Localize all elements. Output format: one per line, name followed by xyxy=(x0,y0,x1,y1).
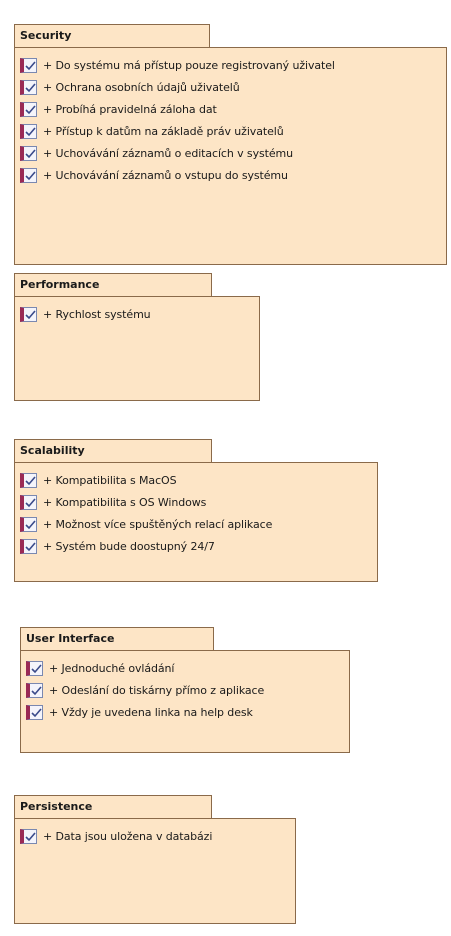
list-item[interactable]: + Data jsou uložena v databázi xyxy=(15,825,295,847)
list-item[interactable]: + Vždy je uvedena linka na help desk xyxy=(21,701,349,723)
list-item[interactable]: + Ochrana osobních údajů uživatelů xyxy=(15,76,446,98)
package-tab: Performance xyxy=(14,273,212,297)
list-item[interactable]: + Uchovávání záznamů o vstupu do systému xyxy=(15,164,446,186)
item-label: + Uchovávání záznamů o vstupu do systému xyxy=(43,168,288,182)
list-item[interactable]: + Rychlost systému xyxy=(15,303,259,325)
list-item[interactable]: + Kompatibilita s MacOS xyxy=(15,469,377,491)
item-label: + Možnost více spuštěných relací aplikac… xyxy=(43,517,273,531)
list-item[interactable]: + Jednoduché ovládání xyxy=(21,657,349,679)
list-item[interactable]: + Uchovávání záznamů o editacích v systé… xyxy=(15,142,446,164)
requirement-checkbox-icon xyxy=(26,660,43,676)
item-label: + Odeslání do tiskárny přímo z aplikace xyxy=(49,683,265,697)
package-body: + Jednoduché ovládání + Odeslání do tisk… xyxy=(20,650,350,753)
item-label: + Jednoduché ovládání xyxy=(49,661,175,675)
list-item[interactable]: + Probíhá pravidelná záloha dat xyxy=(15,98,446,120)
package-body: + Data jsou uložena v databázi xyxy=(14,818,296,924)
package-body: + Kompatibilita s MacOS + Kompatibilita … xyxy=(14,462,378,582)
item-label: + Přístup k datům na základě práv uživat… xyxy=(43,124,284,138)
package-body: + Do systému má přístup pouze registrova… xyxy=(14,47,447,265)
requirement-checkbox-icon xyxy=(20,57,37,73)
list-item[interactable]: + Možnost více spuštěných relací aplikac… xyxy=(15,513,377,535)
requirement-checkbox-icon xyxy=(20,123,37,139)
requirement-checkbox-icon xyxy=(20,828,37,844)
package-title: Security xyxy=(20,29,72,42)
list-item[interactable]: + Do systému má přístup pouze registrova… xyxy=(15,54,446,76)
package-tab: Security xyxy=(14,24,210,48)
package-title: Scalability xyxy=(20,444,85,457)
item-label: + Vždy je uvedena linka na help desk xyxy=(49,705,253,719)
item-label: + Uchovávání záznamů o editacích v systé… xyxy=(43,146,293,160)
requirement-checkbox-icon xyxy=(20,306,37,322)
package-title: Persistence xyxy=(20,800,93,813)
item-label: + Probíhá pravidelná záloha dat xyxy=(43,102,217,116)
requirement-checkbox-icon xyxy=(20,472,37,488)
list-item[interactable]: + Kompatibilita s OS Windows xyxy=(15,491,377,513)
requirement-checkbox-icon xyxy=(20,79,37,95)
list-item[interactable]: + Systém bude doostupný 24/7 xyxy=(15,535,377,557)
package-tab: Persistence xyxy=(14,795,212,819)
item-label: + Rychlost systému xyxy=(43,307,151,321)
requirement-checkbox-icon xyxy=(20,516,37,532)
requirement-checkbox-icon xyxy=(20,538,37,554)
requirement-checkbox-icon xyxy=(20,167,37,183)
item-label: + Systém bude doostupný 24/7 xyxy=(43,539,215,553)
package-tab: Scalability xyxy=(14,439,212,463)
package-tab: User Interface xyxy=(20,627,214,651)
requirement-checkbox-icon xyxy=(20,101,37,117)
item-label: + Data jsou uložena v databázi xyxy=(43,829,213,843)
item-label: + Do systému má přístup pouze registrova… xyxy=(43,58,335,72)
package-body: + Rychlost systému xyxy=(14,296,260,401)
requirement-checkbox-icon xyxy=(26,704,43,720)
list-item[interactable]: + Odeslání do tiskárny přímo z aplikace xyxy=(21,679,349,701)
requirement-checkbox-icon xyxy=(20,145,37,161)
item-label: + Kompatibilita s OS Windows xyxy=(43,495,207,509)
requirement-checkbox-icon xyxy=(20,494,37,510)
requirement-checkbox-icon xyxy=(26,682,43,698)
item-label: + Kompatibilita s MacOS xyxy=(43,473,177,487)
package-title: User Interface xyxy=(26,632,115,645)
item-label: + Ochrana osobních údajů uživatelů xyxy=(43,80,240,94)
package-title: Performance xyxy=(20,278,100,291)
list-item[interactable]: + Přístup k datům na základě práv uživat… xyxy=(15,120,446,142)
